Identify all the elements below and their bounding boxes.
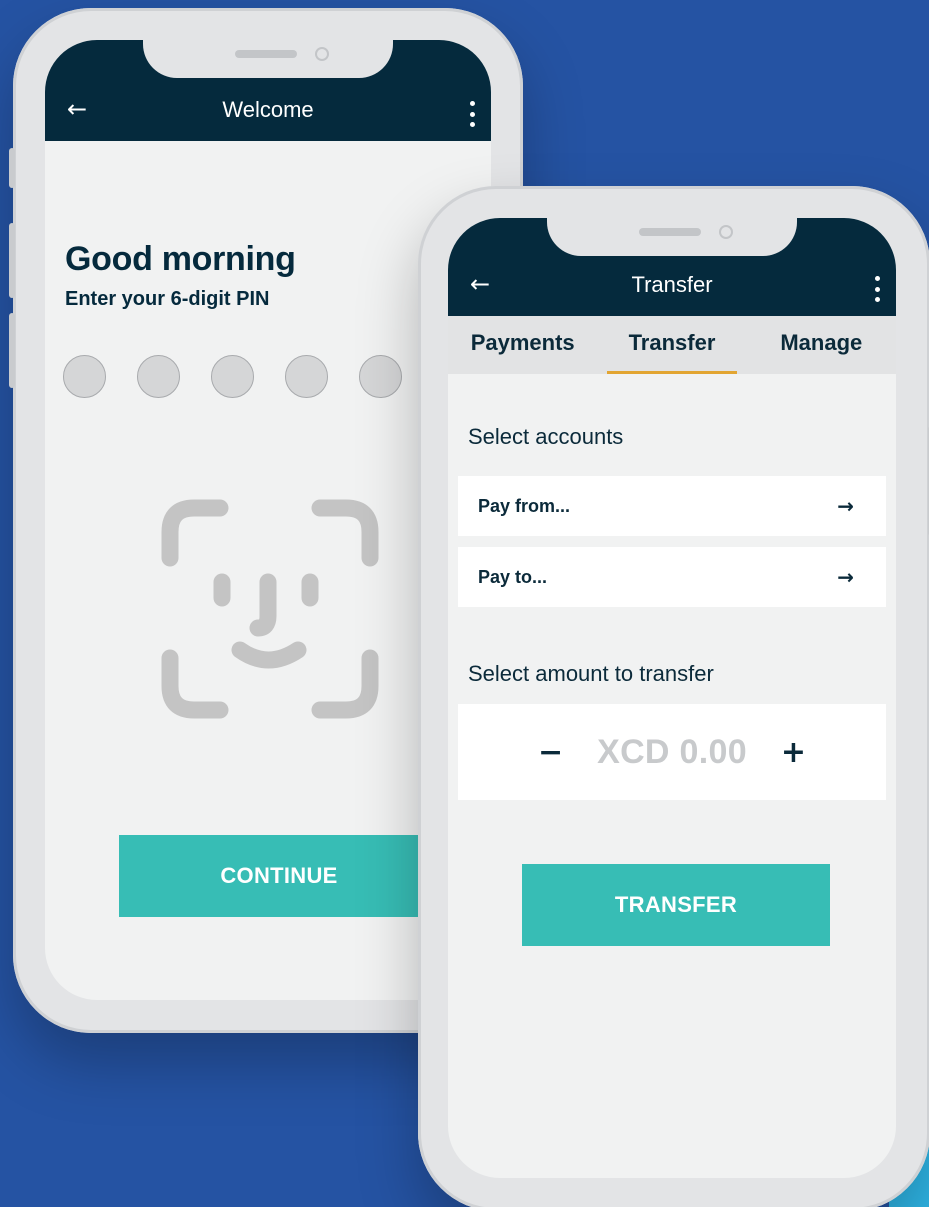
phone-camera bbox=[315, 47, 329, 61]
tab-bar: Payments Transfer Manage bbox=[448, 316, 896, 374]
pay-to-selector[interactable]: Pay to... → bbox=[458, 547, 886, 607]
phone-notch bbox=[547, 218, 797, 256]
transfer-button[interactable]: TRANSFER bbox=[522, 864, 830, 946]
phone-camera bbox=[719, 225, 733, 239]
pay-from-label: Pay from... bbox=[478, 495, 571, 516]
phone-volume-down-button bbox=[9, 313, 15, 388]
phone-side-button bbox=[9, 148, 15, 188]
pay-to-label: Pay to... bbox=[478, 566, 548, 587]
pin-digit-3 bbox=[211, 355, 254, 398]
pay-from-selector[interactable]: Pay from... → bbox=[458, 476, 886, 536]
phone-notch bbox=[143, 40, 393, 78]
amount-input[interactable]: XCD 0.00 bbox=[597, 733, 747, 772]
page-title: Welcome bbox=[222, 97, 314, 122]
more-vertical-icon[interactable] bbox=[469, 101, 475, 127]
tab-transfer[interactable]: Transfer bbox=[597, 316, 746, 374]
arrow-right-icon: → bbox=[837, 565, 854, 589]
pin-digit-5 bbox=[359, 355, 402, 398]
select-amount-heading: Select amount to transfer bbox=[468, 661, 714, 686]
amount-stepper: − XCD 0.00 + bbox=[458, 704, 886, 800]
more-vertical-icon[interactable] bbox=[874, 276, 880, 302]
greeting-heading: Good morning bbox=[65, 240, 296, 278]
tab-payments[interactable]: Payments bbox=[448, 316, 597, 374]
page-title: Transfer bbox=[631, 272, 713, 297]
phone-volume-up-button bbox=[9, 223, 15, 298]
pin-digit-4 bbox=[285, 355, 328, 398]
pin-prompt: Enter your 6-digit PIN bbox=[65, 288, 270, 310]
face-id-icon[interactable] bbox=[160, 498, 380, 720]
phone-speaker bbox=[639, 228, 701, 236]
continue-button[interactable]: CONTINUE bbox=[119, 835, 439, 917]
pin-digit-2 bbox=[137, 355, 180, 398]
pin-digit-1 bbox=[63, 355, 106, 398]
select-accounts-heading: Select accounts bbox=[468, 424, 624, 449]
phone-speaker bbox=[235, 50, 297, 58]
pin-entry[interactable] bbox=[63, 355, 402, 398]
decrement-button[interactable]: − bbox=[538, 735, 563, 770]
transfer-phone: ← Transfer Payments Transfer Manage Sele… bbox=[418, 186, 929, 1207]
transfer-screen: ← Transfer Payments Transfer Manage Sele… bbox=[448, 218, 896, 1178]
increment-button[interactable]: + bbox=[781, 735, 806, 770]
arrow-right-icon: → bbox=[837, 494, 854, 518]
tab-manage[interactable]: Manage bbox=[747, 316, 896, 374]
